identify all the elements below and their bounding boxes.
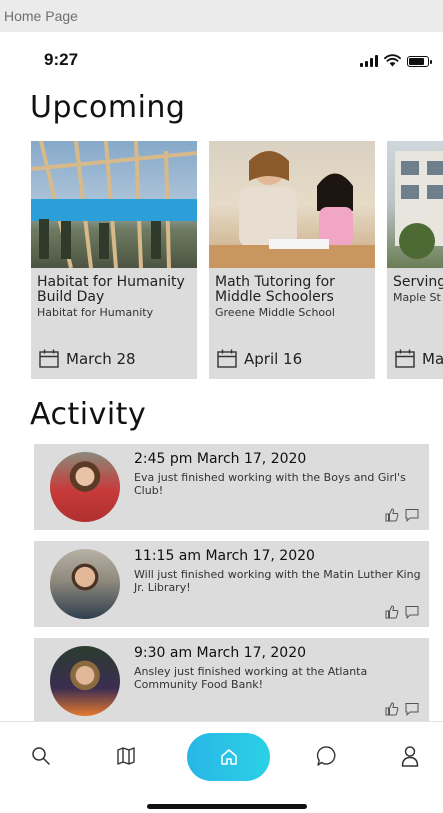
chat-icon bbox=[316, 746, 336, 766]
event-date: March 28 bbox=[39, 349, 136, 368]
event-org: Maple St bbox=[393, 291, 441, 304]
event-title: Habitat for Humanity Build Day bbox=[37, 274, 185, 305]
search-icon bbox=[32, 747, 50, 765]
event-date: April 16 bbox=[217, 349, 302, 368]
signal-icon bbox=[360, 55, 378, 67]
activity-list[interactable]: 2:45 pm March 17, 2020 Eva just finished… bbox=[34, 444, 429, 735]
thumbs-up-icon[interactable] bbox=[385, 605, 399, 619]
battery-fill bbox=[409, 58, 425, 65]
calendar-icon bbox=[395, 349, 415, 368]
event-date: Ma bbox=[395, 349, 443, 368]
activity-time: 11:15 am March 17, 2020 bbox=[134, 548, 315, 564]
event-card-serving-homeless[interactable]: Serving Homeless Maple St Ma bbox=[387, 141, 443, 379]
activity-text: Will just finished working with the Mati… bbox=[134, 568, 421, 594]
avatar bbox=[50, 549, 120, 619]
avatar bbox=[50, 452, 120, 522]
event-date-text: Ma bbox=[422, 349, 443, 368]
event-photo-habitat bbox=[31, 141, 197, 268]
event-date-text: April 16 bbox=[244, 349, 303, 368]
status-time: 9:27 bbox=[44, 50, 79, 69]
event-title: Serving Homeless bbox=[393, 274, 443, 290]
nav-search[interactable] bbox=[27, 742, 55, 770]
frame-label: Home Page bbox=[0, 0, 443, 32]
comment-icon[interactable] bbox=[405, 702, 419, 716]
thumbs-up-icon[interactable] bbox=[385, 702, 399, 716]
event-photo-serving bbox=[387, 141, 443, 268]
upcoming-title: Upcoming bbox=[30, 90, 186, 125]
event-card-math-tutoring[interactable]: Math Tutoring for Middle Schoolers Green… bbox=[209, 141, 375, 379]
upcoming-carousel[interactable]: Habitat for Humanity Build Day Habitat f… bbox=[31, 141, 443, 379]
avatar bbox=[50, 646, 120, 716]
map-icon bbox=[117, 747, 135, 765]
activity-item[interactable]: 11:15 am March 17, 2020 Will just finish… bbox=[34, 541, 429, 627]
home-indicator bbox=[147, 804, 307, 809]
comment-icon[interactable] bbox=[405, 508, 419, 522]
thumbs-up-icon[interactable] bbox=[385, 508, 399, 522]
event-org: Greene Middle School bbox=[215, 306, 335, 319]
activity-text: Ansley just finished working at the Atla… bbox=[134, 665, 368, 691]
activity-item[interactable]: 2:45 pm March 17, 2020 Eva just finished… bbox=[34, 444, 429, 530]
nav-map[interactable] bbox=[112, 742, 140, 770]
event-photo-math bbox=[209, 141, 375, 268]
event-title: Math Tutoring for Middle Schoolers bbox=[215, 274, 335, 305]
activity-time: 9:30 am March 17, 2020 bbox=[134, 645, 307, 661]
event-date-text: March 28 bbox=[66, 349, 136, 368]
nav-chat[interactable] bbox=[313, 742, 341, 770]
comment-icon[interactable] bbox=[405, 605, 419, 619]
event-org: Habitat for Humanity bbox=[37, 306, 154, 319]
wifi-icon bbox=[384, 54, 401, 67]
event-card-habitat[interactable]: Habitat for Humanity Build Day Habitat f… bbox=[31, 141, 197, 379]
nav-profile[interactable] bbox=[396, 742, 424, 770]
activity-item[interactable]: 9:30 am March 17, 2020 Ansley just finis… bbox=[34, 638, 429, 724]
profile-icon bbox=[401, 746, 419, 767]
nav-home[interactable] bbox=[187, 733, 270, 781]
activity-title: Activity bbox=[30, 397, 147, 432]
calendar-icon bbox=[39, 349, 59, 368]
status-icons bbox=[360, 54, 432, 67]
home-icon bbox=[220, 749, 237, 765]
status-bar: 9:27 bbox=[0, 32, 443, 88]
activity-time: 2:45 pm March 17, 2020 bbox=[134, 451, 307, 467]
bottom-nav bbox=[0, 721, 443, 813]
calendar-icon bbox=[217, 349, 237, 368]
battery-icon bbox=[407, 56, 432, 67]
activity-text: Eva just finished working with the Boys … bbox=[134, 471, 406, 497]
